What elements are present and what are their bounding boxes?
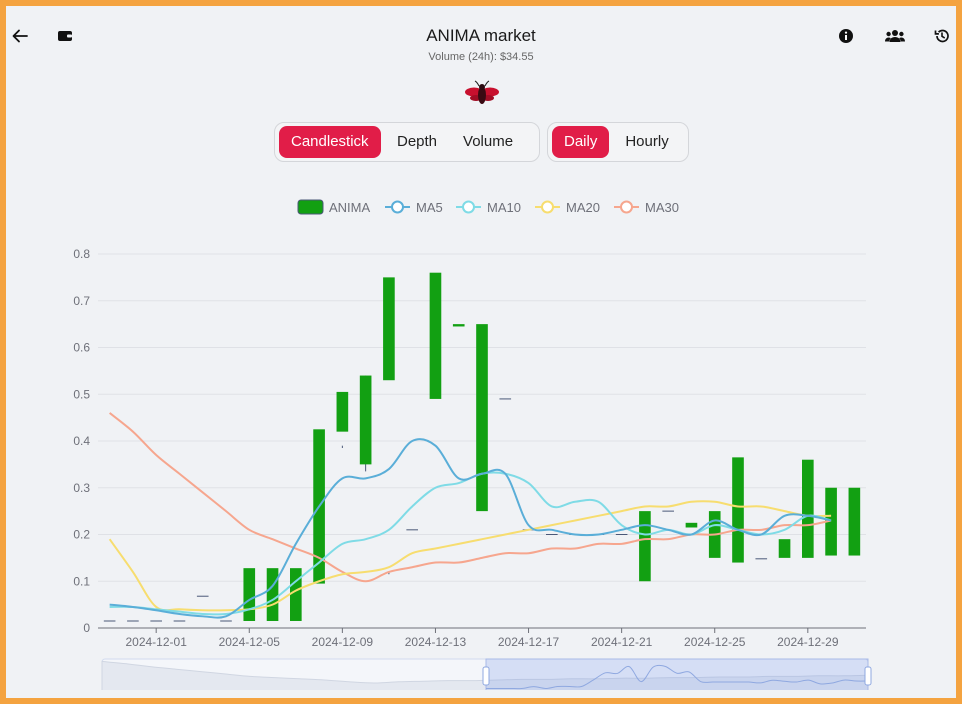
zoom-handle-right [864,666,872,686]
legend-label: MA30 [645,200,679,215]
candle-body [452,324,465,327]
datazoom-slider[interactable] [101,658,872,690]
y-tick-label: 0.1 [73,574,90,588]
candle-body [848,487,861,556]
candle-body [336,391,349,432]
ma20-line [108,500,832,612]
candle-body [476,324,488,512]
y-tick-label: 0.3 [73,481,90,495]
x-tick-label: 2024-12-05 [219,635,281,649]
legend-swatch-dot [620,200,633,214]
x-axis: 2024-12-01 2024-12-05 2024-12-09 2024-12-13… [125,628,839,649]
x-tick-label: 2024-12-17 [498,635,560,649]
tab-candlestick[interactable]: Candlestick [279,126,381,158]
tab-depth[interactable]: Depth [385,126,449,158]
legend-swatch-dot [462,200,475,214]
token-logo [465,80,499,113]
candle-body [639,511,651,582]
app-frame: ANIMA market Volume (24h): $34.55 Candle… [0,0,962,704]
candle-body [802,459,814,558]
y-tick-label: 0.2 [73,528,90,542]
candle-body [429,272,442,399]
zoom-selection [485,658,869,690]
candle-body [383,277,395,381]
tab-daily[interactable]: Daily [552,126,610,158]
y-tick-label: 0.4 [73,434,90,448]
legend-label: MA5 [416,200,443,215]
candlestick-chart: ANIMA MA5 MA10 MA20 MA30 0 0.1 0.2 0.3 0.4 0.5 0.6… [73,199,872,690]
legend-swatch-dot [391,200,404,214]
y-tick-label: 0.8 [73,247,90,261]
ma10-line [109,471,832,616]
legend-label: MA10 [487,200,521,215]
x-tick-label: 2024-12-01 [125,635,187,649]
chart-legend: ANIMA MA5 MA10 MA20 MA30 [297,199,679,215]
candle-body [290,568,302,621]
legend-label: ANIMA [329,200,371,215]
legend-swatch-anima [297,199,324,215]
x-tick-label: 2024-12-13 [405,635,467,649]
moving-averages [108,412,832,619]
history-icon[interactable] [930,24,954,48]
y-tick-label: 0.7 [73,294,90,308]
interval-tabs: Daily Hourly [547,122,689,162]
candle-body [359,375,372,465]
header: ANIMA market Volume (24h): $34.55 [6,6,956,76]
page-title: ANIMA market [426,26,536,45]
y-tick-label: 0.5 [73,387,90,401]
y-tick-label: 0.6 [73,341,90,355]
volume-label: Volume (24h): $34.55 [428,51,534,63]
users-icon[interactable] [883,24,907,48]
ma5-line [109,438,832,619]
tab-volume[interactable]: Volume [451,126,525,158]
x-tick-label: 2024-12-09 [312,635,374,649]
info-icon[interactable] [834,24,858,48]
y-axis: 0 0.1 0.2 0.3 0.4 0.5 0.6 0.7 0.8 [73,247,90,635]
x-tick-label: 2024-12-29 [777,635,839,649]
chart-type-tabs: Candlestick Depth Volume [274,122,540,162]
x-tick-label: 2024-12-25 [684,635,746,649]
ma30-line [109,412,832,583]
candle-body [243,568,256,621]
tab-hourly[interactable]: Hourly [613,126,680,158]
zoom-handle-left [482,666,490,686]
legend-swatch-dot [541,200,554,214]
candles [103,272,861,622]
candle-body [732,457,744,563]
y-tick-label: 0 [83,621,90,635]
candle-body [685,522,698,528]
legend-label: MA20 [566,200,600,215]
x-tick-label: 2024-12-21 [591,635,653,649]
candle-body [266,568,279,621]
candle-body [778,539,791,558]
